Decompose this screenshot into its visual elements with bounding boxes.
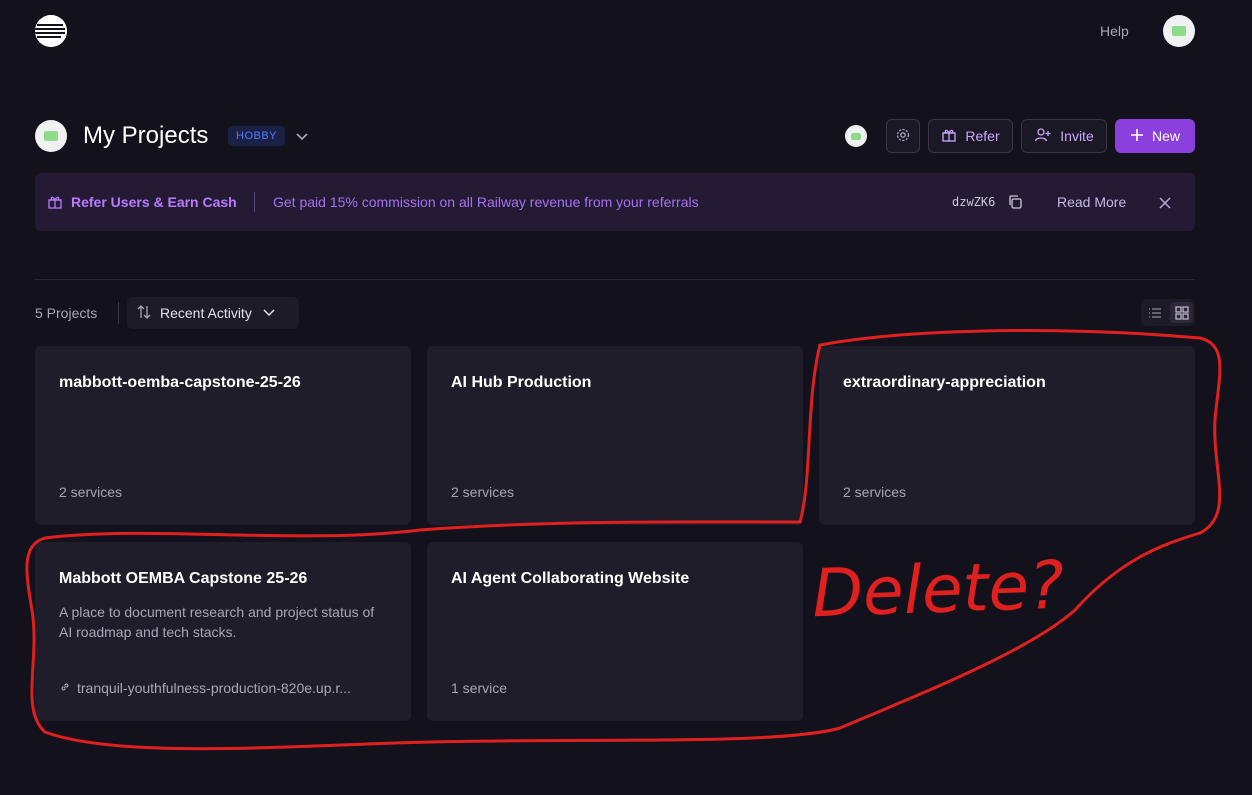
page-title: My Projects (83, 122, 209, 149)
gear-icon (895, 127, 911, 146)
banner-title: Refer Users & Earn Cash (71, 194, 237, 210)
list-view-icon[interactable] (1143, 302, 1166, 323)
project-url[interactable]: tranquil-youthfulness-production-820e.up… (77, 680, 351, 696)
project-footer: tranquil-youthfulness-production-820e.up… (59, 680, 351, 696)
copy-icon[interactable] (1007, 194, 1023, 215)
service-count: 2 services (451, 484, 515, 500)
new-button[interactable]: New (1115, 119, 1195, 153)
sort-dropdown[interactable]: Recent Activity (127, 297, 299, 329)
banner-divider (254, 192, 255, 212)
invite-label: Invite (1060, 128, 1094, 144)
sort-icon (136, 304, 152, 323)
gift-icon (941, 127, 957, 146)
chevron-down-icon[interactable] (294, 128, 310, 144)
grid-view-icon[interactable] (1170, 302, 1193, 323)
workspace-avatar-icon (35, 120, 67, 152)
project-footer: 2 services (843, 484, 906, 500)
project-title: AI Agent Collaborating Website (451, 570, 690, 587)
refer-button[interactable]: Refer (928, 119, 1013, 153)
sort-label: Recent Activity (160, 305, 252, 321)
project-footer: 2 services (59, 484, 122, 500)
project-title: extraordinary-appreciation (843, 374, 1046, 391)
project-footer: 2 services (451, 484, 514, 500)
banner-text: Get paid 15% commission on all Railway r… (273, 194, 699, 210)
project-card[interactable]: mabbott-oemba-capstone-25-26 2 services (35, 346, 411, 525)
gift-icon (47, 194, 63, 215)
plus-icon (1130, 128, 1144, 145)
plan-badge: HOBBY (228, 126, 286, 146)
project-card[interactable]: AI Hub Production 2 services (427, 346, 803, 525)
invite-button[interactable]: Invite (1021, 119, 1107, 153)
project-count: 5 Projects (35, 305, 98, 321)
annotation-text: Delete? (811, 547, 1065, 633)
member-avatar-icon[interactable] (845, 125, 867, 147)
service-count: 2 services (843, 484, 907, 500)
project-card[interactable]: AI Agent Collaborating Website 1 service (427, 542, 803, 721)
link-icon (59, 680, 71, 696)
read-more-link[interactable]: Read More (1057, 194, 1126, 210)
new-label: New (1151, 128, 1180, 144)
help-link[interactable]: Help (1100, 23, 1129, 39)
toolbar-divider (118, 302, 119, 324)
service-count: 2 services (59, 484, 123, 500)
project-card[interactable]: extraordinary-appreciation 2 services (819, 346, 1195, 525)
view-toggle (1141, 299, 1195, 326)
project-description: A place to document research and project… (59, 604, 375, 640)
railway-logo-icon[interactable] (35, 15, 67, 47)
chevron-down-icon (262, 305, 276, 322)
settings-button[interactable] (886, 119, 920, 153)
user-avatar-icon[interactable] (1163, 15, 1195, 47)
project-title: mabbott-oemba-capstone-25-26 (59, 374, 301, 391)
refer-label: Refer (965, 128, 1000, 144)
project-card[interactable]: Mabbott OEMBA Capstone 25-26 A place to … (35, 542, 411, 721)
divider (35, 279, 1195, 280)
project-footer: 1 service (451, 680, 507, 696)
project-title: Mabbott OEMBA Capstone 25-26 (59, 570, 308, 587)
user-plus-icon (1034, 127, 1052, 146)
service-count: 1 service (451, 680, 508, 696)
project-title: AI Hub Production (451, 374, 592, 391)
close-icon[interactable] (1159, 196, 1171, 214)
referral-code: dzwZK6 (952, 195, 996, 209)
